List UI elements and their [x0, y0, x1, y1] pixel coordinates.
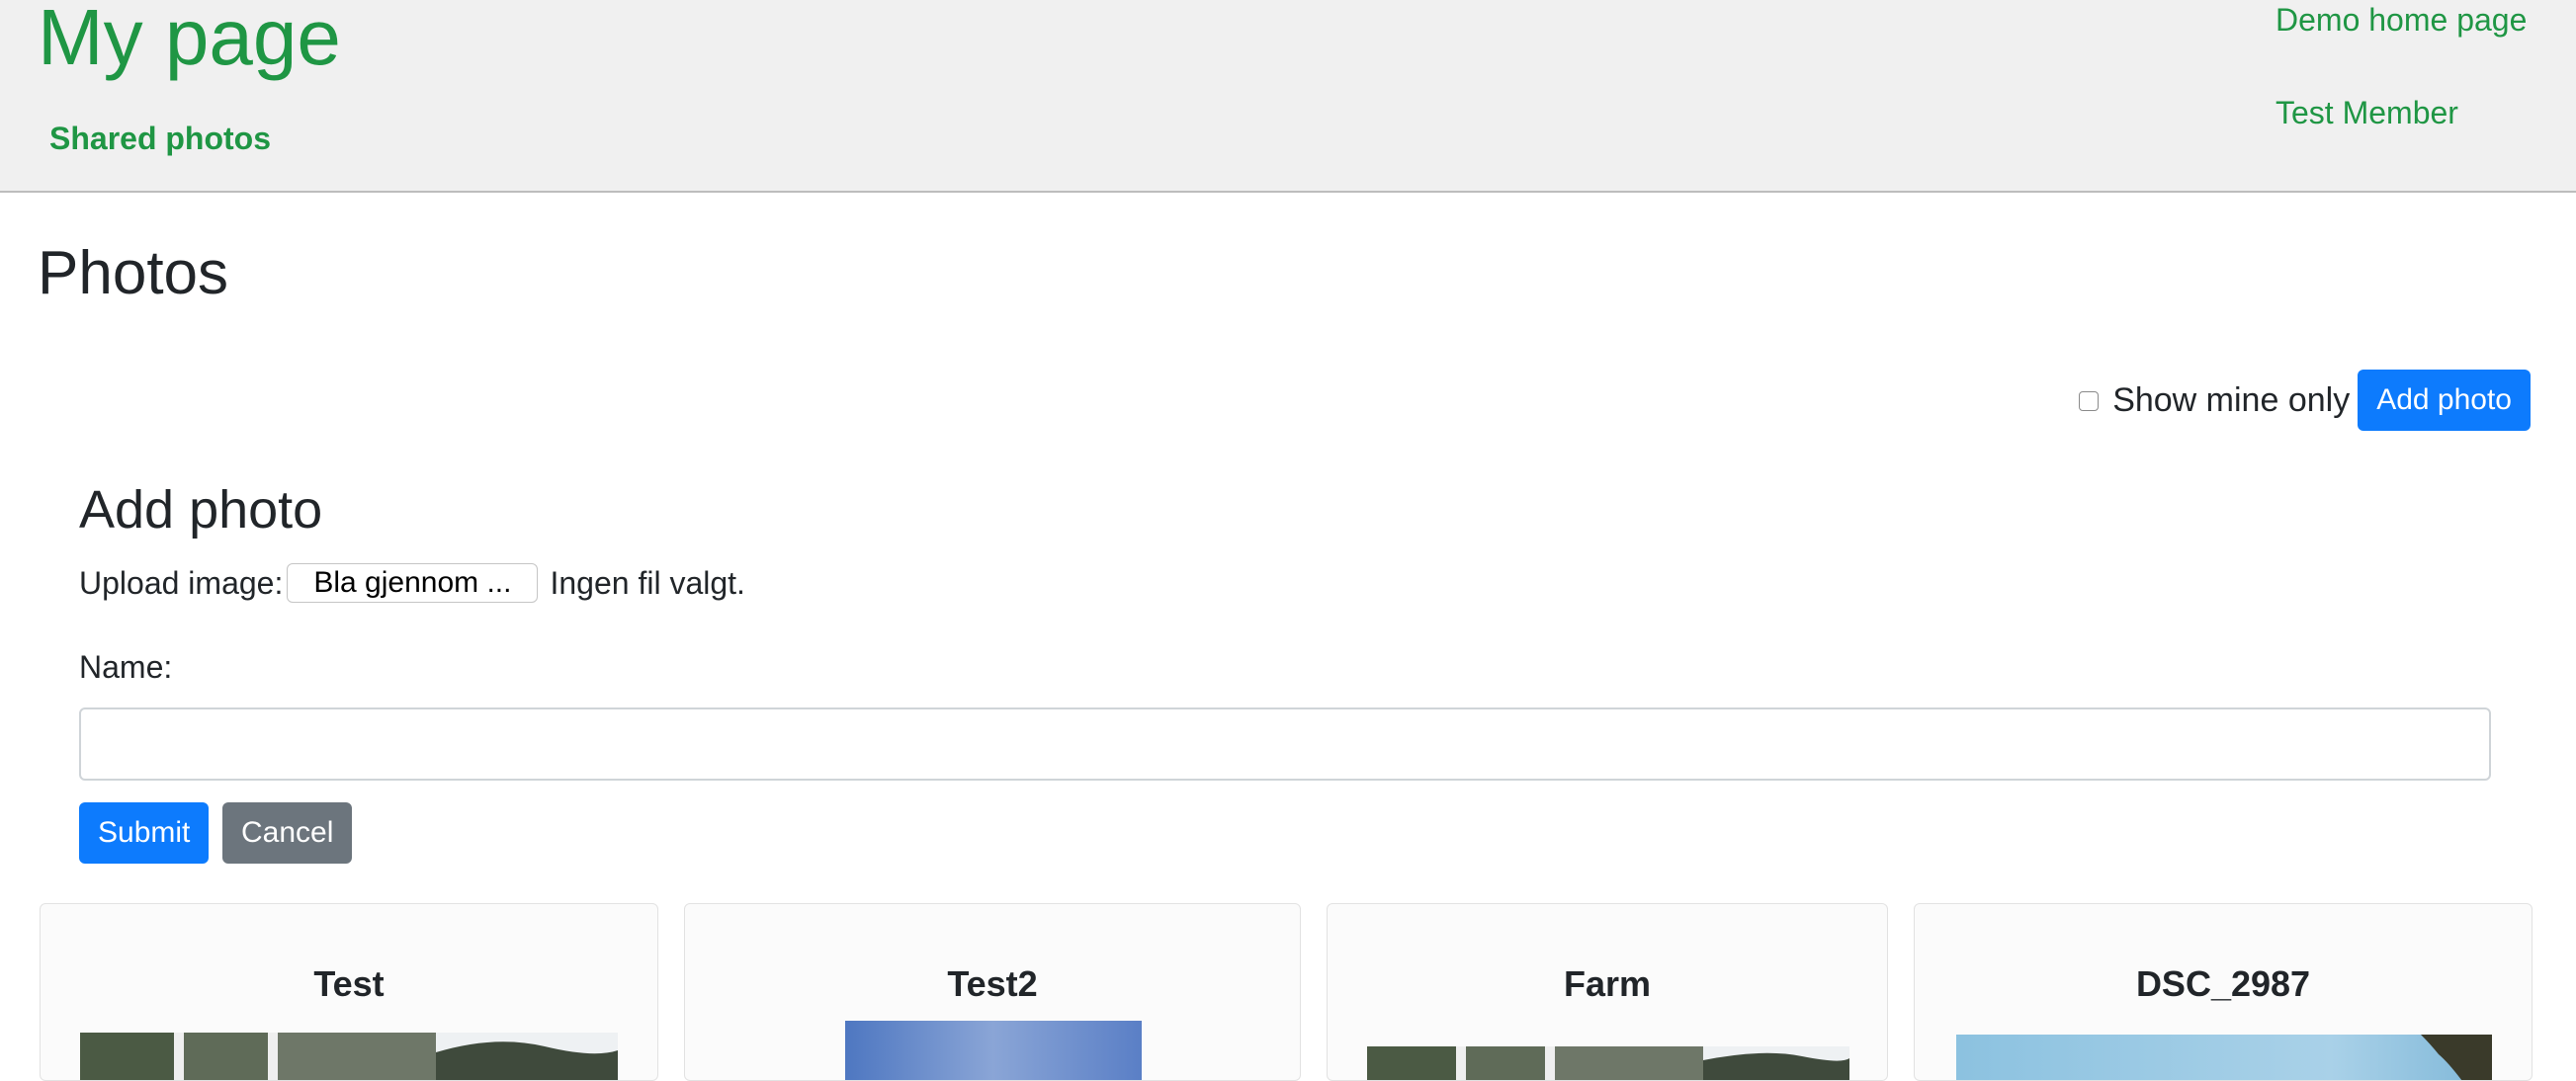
file-status: Ingen fil valgt.	[550, 564, 745, 601]
add-photo-button[interactable]: Add photo	[2358, 370, 2531, 431]
photo-thumbnail[interactable]	[1956, 1035, 2492, 1081]
photo-card[interactable]: Test2	[684, 903, 1301, 1081]
photo-title: Test	[313, 963, 385, 1004]
show-mine-only-toggle[interactable]: Show mine only	[2079, 381, 2350, 420]
name-input[interactable]	[79, 707, 2491, 781]
photo-thumbnail[interactable]	[1367, 1046, 1849, 1081]
show-mine-only-checkbox[interactable]	[2079, 391, 2100, 411]
name-label: Name:	[79, 649, 173, 685]
cancel-button[interactable]: Cancel	[222, 802, 353, 864]
photo-title: Farm	[1563, 963, 1652, 1004]
upload-row: Upload image: Bla gjennom ... Ingen fil …	[79, 563, 745, 603]
photo-card[interactable]: DSC_2987	[1914, 903, 2533, 1081]
nav-demo-home[interactable]: Demo home page	[2275, 2, 2527, 39]
browse-file-button[interactable]: Bla gjennom ...	[287, 563, 539, 603]
submit-button[interactable]: Submit	[79, 802, 210, 864]
upload-label: Upload image:	[79, 564, 284, 601]
photo-thumbnail[interactable]	[845, 1021, 1142, 1081]
photo-title: Test2	[947, 963, 1038, 1004]
site-title[interactable]: My page	[38, 0, 341, 77]
photo-toolbar: Show mine only Add photo	[2079, 368, 2531, 433]
photo-card[interactable]: Farm	[1327, 903, 1888, 1081]
nav-user-menu[interactable]: Test Member	[2275, 95, 2458, 131]
photo-card[interactable]: Test	[40, 903, 658, 1081]
nav-shared-photos[interactable]: Shared photos	[49, 121, 271, 157]
site-header: My page Shared photos Demo home page Tes…	[0, 0, 2576, 193]
show-mine-only-label[interactable]: Show mine only	[2112, 381, 2350, 420]
photo-title: DSC_2987	[2135, 963, 2311, 1004]
page-title: Photos	[38, 239, 229, 307]
form-title: Add photo	[79, 480, 323, 540]
